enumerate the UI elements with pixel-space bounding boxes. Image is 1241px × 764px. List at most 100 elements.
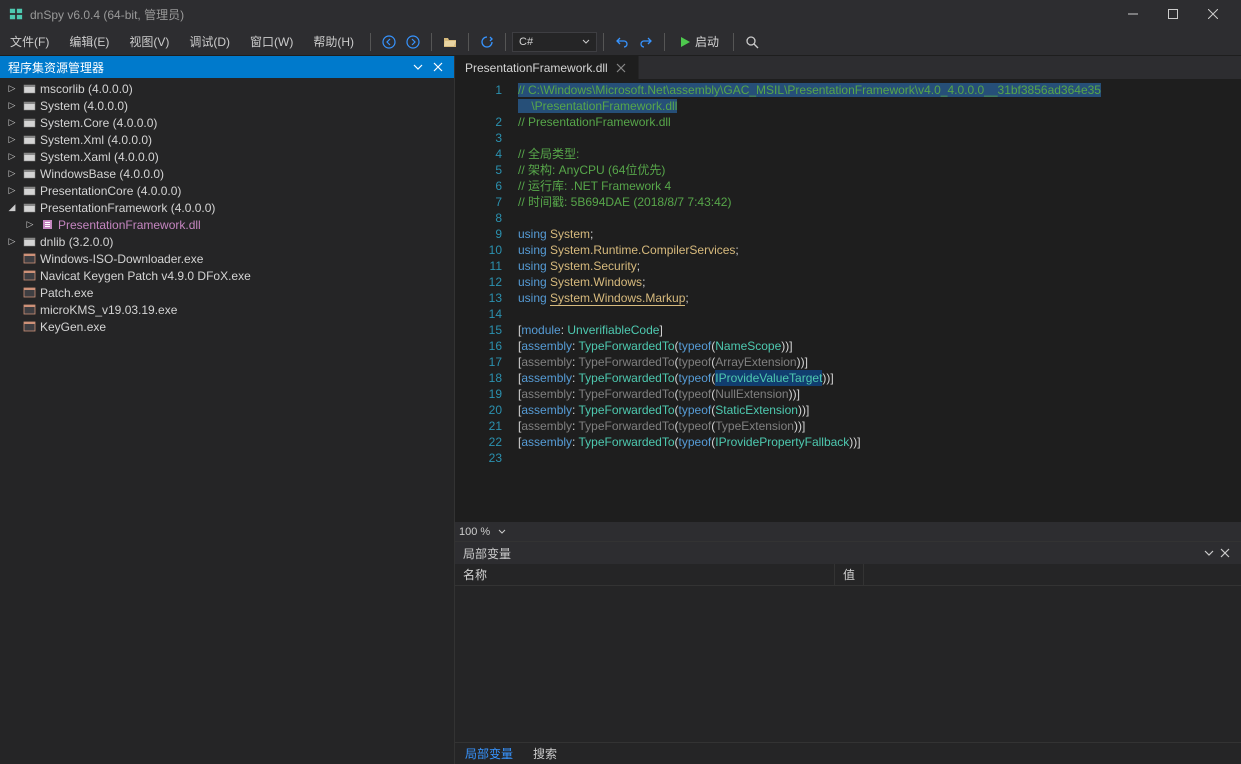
tree-node[interactable]: KeyGen.exe <box>0 318 454 335</box>
asm-icon <box>21 167 37 180</box>
tree-node[interactable]: ▷dnlib (3.2.0.0) <box>0 233 454 250</box>
tree-node[interactable]: ◢PresentationFramework (4.0.0.0) <box>0 199 454 216</box>
menu-help[interactable]: 帮助(H) <box>303 28 364 55</box>
reload-button[interactable] <box>475 30 499 54</box>
tree-expander[interactable]: ▷ <box>6 83 18 94</box>
separator <box>664 33 665 51</box>
code-line[interactable]: // 时间戳: 5B694DAE (2018/8/7 7:43:42) <box>518 194 1241 210</box>
tree-expander[interactable]: ▷ <box>6 236 18 247</box>
tree-node[interactable]: ▷ System.Xaml (4.0.0.0) <box>0 148 454 165</box>
code-line[interactable]: // C:\Windows\Microsoft.Net\assembly\GAC… <box>518 82 1241 98</box>
bottom-tab-locals[interactable]: 局部变量 <box>455 743 523 764</box>
separator <box>431 33 432 51</box>
code-editor[interactable]: 1234567891011121314151617181920212223 //… <box>455 80 1241 521</box>
menu-file[interactable]: 文件(F) <box>0 28 59 55</box>
zoom-dropdown[interactable] <box>494 524 510 540</box>
tree-node-label: System.Xaml (4.0.0.0) <box>40 150 159 164</box>
tree-expander[interactable]: ◢ <box>6 202 18 213</box>
tree-node[interactable]: ▷PresentationFramework.dll <box>0 216 454 233</box>
panel-dropdown-button[interactable] <box>410 59 426 75</box>
locals-close-button[interactable] <box>1217 545 1233 561</box>
tree-node[interactable]: ▷WindowsBase (4.0.0.0) <box>0 165 454 182</box>
language-select[interactable]: C# <box>512 32 597 52</box>
open-button[interactable] <box>438 30 462 54</box>
start-label: 启动 <box>695 33 719 50</box>
code-line[interactable]: [assembly: TypeForwardedTo(typeof(IProvi… <box>518 370 1241 386</box>
code-area[interactable]: // C:\Windows\Microsoft.Net\assembly\GAC… <box>510 80 1241 521</box>
code-line[interactable]: using System.Windows.Markup; <box>518 290 1241 306</box>
tree-node[interactable]: microKMS_v19.03.19.exe <box>0 301 454 318</box>
code-line[interactable] <box>518 306 1241 322</box>
code-line[interactable] <box>518 450 1241 466</box>
code-line[interactable]: [assembly: TypeForwardedTo(typeof(IProvi… <box>518 434 1241 450</box>
editor-tab-label: PresentationFramework.dll <box>465 61 608 75</box>
tree-node[interactable]: Windows-ISO-Downloader.exe <box>0 250 454 267</box>
bottom-tab-search[interactable]: 搜索 <box>523 743 567 764</box>
exe-icon <box>21 286 37 299</box>
code-line[interactable]: // PresentationFramework.dll <box>518 114 1241 130</box>
tree-expander[interactable]: ▷ <box>6 117 18 128</box>
assembly-tree[interactable]: ▷mscorlib (4.0.0.0)▷System (4.0.0.0)▷Sys… <box>0 78 454 764</box>
code-line[interactable]: // 架构: AnyCPU (64位优先) <box>518 162 1241 178</box>
locals-panel: 局部变量 名称 值 局部变量 搜索 <box>455 541 1241 764</box>
tab-close-button[interactable] <box>614 61 628 75</box>
tree-node-label: System.Xml (4.0.0.0) <box>40 133 152 147</box>
tree-node[interactable]: ▷mscorlib (4.0.0.0) <box>0 80 454 97</box>
maximize-button[interactable] <box>1153 0 1193 28</box>
tree-node[interactable]: Patch.exe <box>0 284 454 301</box>
menu-window[interactable]: 窗口(W) <box>240 28 303 55</box>
code-line[interactable]: using System.Windows; <box>518 274 1241 290</box>
tree-node[interactable]: ▷System.Core (4.0.0.0) <box>0 114 454 131</box>
asm-icon <box>21 99 37 112</box>
code-line[interactable]: [assembly: TypeForwardedTo(typeof(NameSc… <box>518 338 1241 354</box>
code-line[interactable]: [assembly: TypeForwardedTo(typeof(Static… <box>518 402 1241 418</box>
locals-col-name[interactable]: 名称 <box>455 564 835 585</box>
code-line[interactable]: [assembly: TypeForwardedTo(typeof(NullEx… <box>518 386 1241 402</box>
menu-edit[interactable]: 编辑(E) <box>59 28 119 55</box>
tree-expander[interactable]: ▷ <box>6 168 18 179</box>
tree-expander[interactable]: ▷ <box>24 219 36 230</box>
code-line[interactable] <box>518 130 1241 146</box>
redo-button[interactable] <box>634 30 658 54</box>
menu-view[interactable]: 视图(V) <box>119 28 179 55</box>
nav-back-button[interactable] <box>377 30 401 54</box>
nav-forward-button[interactable] <box>401 30 425 54</box>
asm-icon <box>21 201 37 214</box>
play-icon <box>679 36 691 48</box>
locals-col-value[interactable]: 值 <box>835 564 864 585</box>
search-button[interactable] <box>740 30 764 54</box>
app-icon <box>8 6 24 22</box>
menu-debug[interactable]: 调试(D) <box>179 28 240 55</box>
code-line[interactable] <box>518 210 1241 226</box>
close-button[interactable] <box>1193 0 1233 28</box>
minimize-button[interactable] <box>1113 0 1153 28</box>
titlebar-text: dnSpy v6.0.4 (64-bit, 管理员) <box>30 6 1113 23</box>
main-area: 程序集资源管理器 ▷mscorlib (4.0.0.0)▷System (4.0… <box>0 56 1241 764</box>
locals-dropdown-button[interactable] <box>1201 545 1217 561</box>
code-line[interactable]: using System.Runtime.CompilerServices; <box>518 242 1241 258</box>
code-line[interactable]: \PresentationFramework.dll <box>518 98 1241 114</box>
tree-expander[interactable]: ▷ <box>6 100 18 111</box>
code-line[interactable]: [assembly: TypeForwardedTo(typeof(TypeEx… <box>518 418 1241 434</box>
start-debug-button[interactable]: 启动 <box>671 31 727 53</box>
tree-node[interactable]: Navicat Keygen Patch v4.9.0 DFoX.exe <box>0 267 454 284</box>
code-line[interactable]: [assembly: TypeForwardedTo(typeof(ArrayE… <box>518 354 1241 370</box>
locals-header: 局部变量 <box>455 542 1241 564</box>
zoom-bar: 100 % <box>455 521 1241 541</box>
tree-expander[interactable]: ▷ <box>6 185 18 196</box>
code-line[interactable]: [module: UnverifiableCode] <box>518 322 1241 338</box>
code-line[interactable]: // 全局类型: <box>518 146 1241 162</box>
undo-button[interactable] <box>610 30 634 54</box>
code-line[interactable]: using System; <box>518 226 1241 242</box>
code-line[interactable]: using System.Security; <box>518 258 1241 274</box>
panel-close-button[interactable] <box>430 59 446 75</box>
tree-node[interactable]: ▷System (4.0.0.0) <box>0 97 454 114</box>
tree-node[interactable]: ▷PresentationCore (4.0.0.0) <box>0 182 454 199</box>
tree-expander[interactable]: ▷ <box>6 134 18 145</box>
editor-tab[interactable]: PresentationFramework.dll <box>455 56 639 79</box>
code-line[interactable]: // 运行库: .NET Framework 4 <box>518 178 1241 194</box>
locals-columns: 名称 值 <box>455 564 1241 586</box>
tree-node[interactable]: ▷ System.Xml (4.0.0.0) <box>0 131 454 148</box>
tree-expander[interactable]: ▷ <box>6 151 18 162</box>
exe-icon <box>21 269 37 282</box>
